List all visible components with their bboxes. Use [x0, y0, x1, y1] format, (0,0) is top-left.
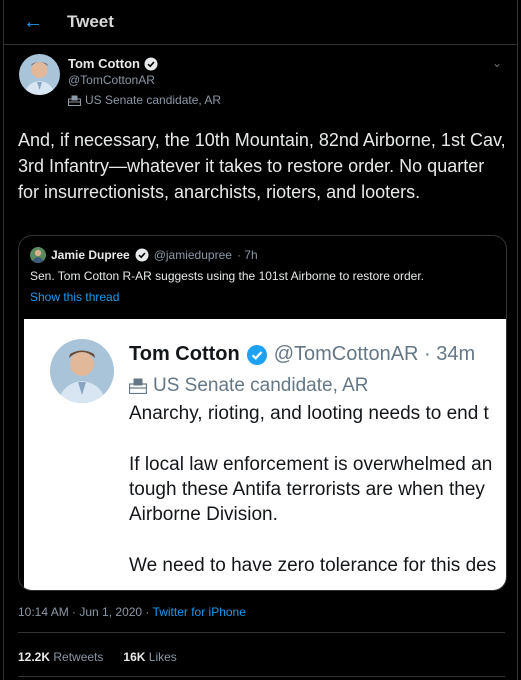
screenshot-line: Airborne Division.	[129, 504, 278, 525]
verified-badge-icon	[135, 248, 149, 262]
tweet-detail-panel: ← Tweet Tom Cotton @TomCottonAR US Senat…	[3, 0, 518, 680]
ballot-box-icon	[68, 95, 81, 106]
verified-badge-icon	[144, 57, 158, 70]
screenshot-label: US Senate candidate, AR	[129, 375, 368, 397]
verified-badge-icon	[246, 344, 267, 365]
screenshot-avatar	[50, 339, 114, 403]
tweet-text: And, if necessary, the 10th Mountain, 82…	[18, 130, 506, 202]
likes-stat[interactable]: 16K Likes	[123, 650, 176, 664]
quoted-author-name: Jamie Dupree	[51, 248, 130, 262]
divider	[18, 632, 505, 633]
retweets-stat[interactable]: 12.2K Retweets	[18, 650, 103, 664]
tweet-meta: 10:14 AM · Jun 1, 2020 · Twitter for iPh…	[18, 605, 246, 619]
divider	[18, 676, 505, 677]
quoted-tweet-header: Jamie Dupree @jamiedupree · 7h	[30, 247, 258, 263]
chevron-down-icon[interactable]: ⌄	[492, 56, 502, 70]
quoted-time: · 7h	[236, 248, 258, 262]
screenshot-line: We need to have zero tolerance for this …	[129, 555, 497, 576]
quoted-tweet[interactable]: Jamie Dupree @jamiedupree · 7h Sen. Tom …	[18, 235, 507, 591]
tweet-source[interactable]: Twitter for iPhone	[153, 605, 246, 619]
tweet-stats: 12.2K Retweets 16K Likes	[18, 650, 177, 664]
screenshot-line: Anarchy, rioting, and looting needs to e…	[129, 403, 489, 424]
tweet-screenshot-image[interactable]: Tom Cotton @TomCottonAR · 34m US Senate …	[24, 319, 506, 590]
quoted-author-handle: @jamiedupree	[153, 248, 232, 262]
screenshot-author: Tom Cotton @TomCottonAR · 34m	[129, 343, 476, 365]
quoted-tweet-text: Sen. Tom Cotton R-AR suggests using the …	[30, 269, 424, 283]
page-title: Tweet	[67, 12, 114, 31]
screenshot-line: If local law enforcement is overwhelmed …	[129, 454, 493, 475]
quoted-avatar	[30, 247, 46, 263]
back-arrow-icon[interactable]: ←	[23, 10, 43, 34]
tweet-timestamp[interactable]: 10:14 AM · Jun 1, 2020 ·	[18, 605, 153, 619]
header: ← Tweet	[4, 0, 517, 45]
author-handle[interactable]: @TomCottonAR	[68, 73, 155, 87]
ballot-box-icon	[129, 378, 147, 394]
avatar[interactable]	[19, 54, 60, 95]
author-name[interactable]: Tom Cotton	[68, 56, 158, 71]
government-label: US Senate candidate, AR	[68, 93, 221, 107]
screenshot-line: tough these Antifa terrorists are when t…	[129, 479, 485, 500]
show-thread-link[interactable]: Show this thread	[30, 290, 119, 304]
